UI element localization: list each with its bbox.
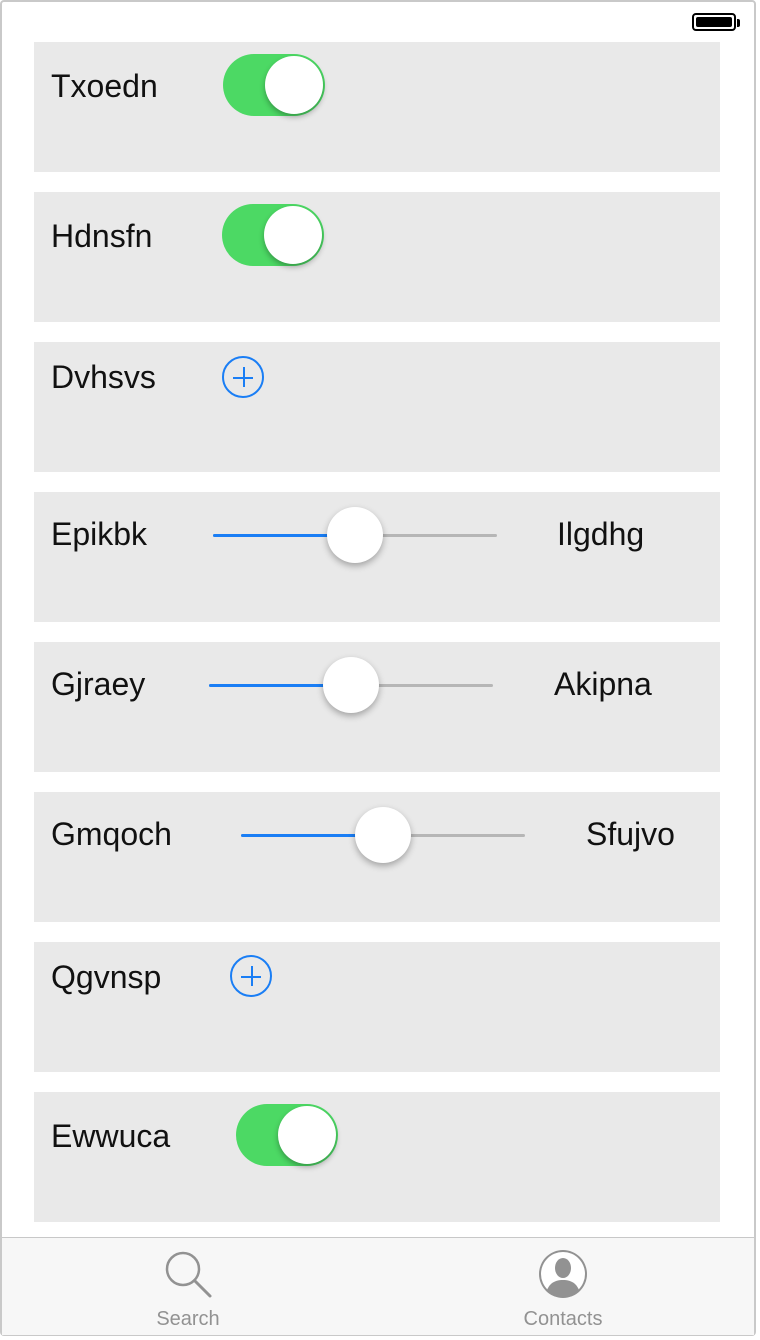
slider-thumb[interactable] [355,807,411,863]
list-item-txoedn: Txoedn [34,42,720,172]
contact-icon [539,1250,587,1298]
list-item-epikbk: Epikbk Ilgdhg [34,492,720,622]
list-item-dvhsvs: Dvhsvs [34,342,720,472]
toggle-knob [278,1106,336,1164]
slider[interactable] [213,507,497,563]
tab-contacts[interactable]: Contacts [463,1238,663,1335]
row-label: Epikbk [51,516,148,552]
toggle-switch[interactable] [236,1104,338,1166]
row-label: Gmqoch [51,816,172,852]
row-label: Gjraey [51,666,146,702]
tab-label: Contacts [523,1308,603,1330]
slider-thumb[interactable] [327,507,383,563]
slider-thumb[interactable] [323,657,379,713]
slider[interactable] [209,657,493,713]
toggle-switch[interactable] [223,54,325,116]
list-item-qgvnsp: Qgvnsp [34,942,720,1072]
list-item-gjraey: Gjraey Akipna [34,642,720,772]
toggle-knob [265,56,323,114]
tab-search[interactable]: Search [88,1238,288,1335]
row-label: Txoedn [51,68,158,104]
slider-value-label: Akipna [554,666,652,702]
row-label: Qgvnsp [51,959,162,995]
toggle-knob [264,206,322,264]
list-item-hdnsfn: Hdnsfn [34,192,720,322]
row-label: Dvhsvs [51,359,156,395]
add-button[interactable] [222,356,264,398]
tab-bar: Search Contacts [2,1237,754,1335]
list-item-gmqoch: Gmqoch Sfujvo [34,792,720,922]
list-item-ewwuca: Ewwuca [34,1092,720,1222]
add-button[interactable] [230,955,272,997]
battery-icon [692,13,740,31]
slider[interactable] [241,807,525,863]
toggle-switch[interactable] [222,204,324,266]
tab-label: Search [156,1308,220,1330]
row-label: Ewwuca [51,1118,171,1154]
slider-value-label: Ilgdhg [557,516,645,552]
status-bar [0,0,760,40]
search-icon [165,1251,212,1298]
slider-value-label: Sfujvo [586,816,675,852]
row-label: Hdnsfn [51,218,153,254]
